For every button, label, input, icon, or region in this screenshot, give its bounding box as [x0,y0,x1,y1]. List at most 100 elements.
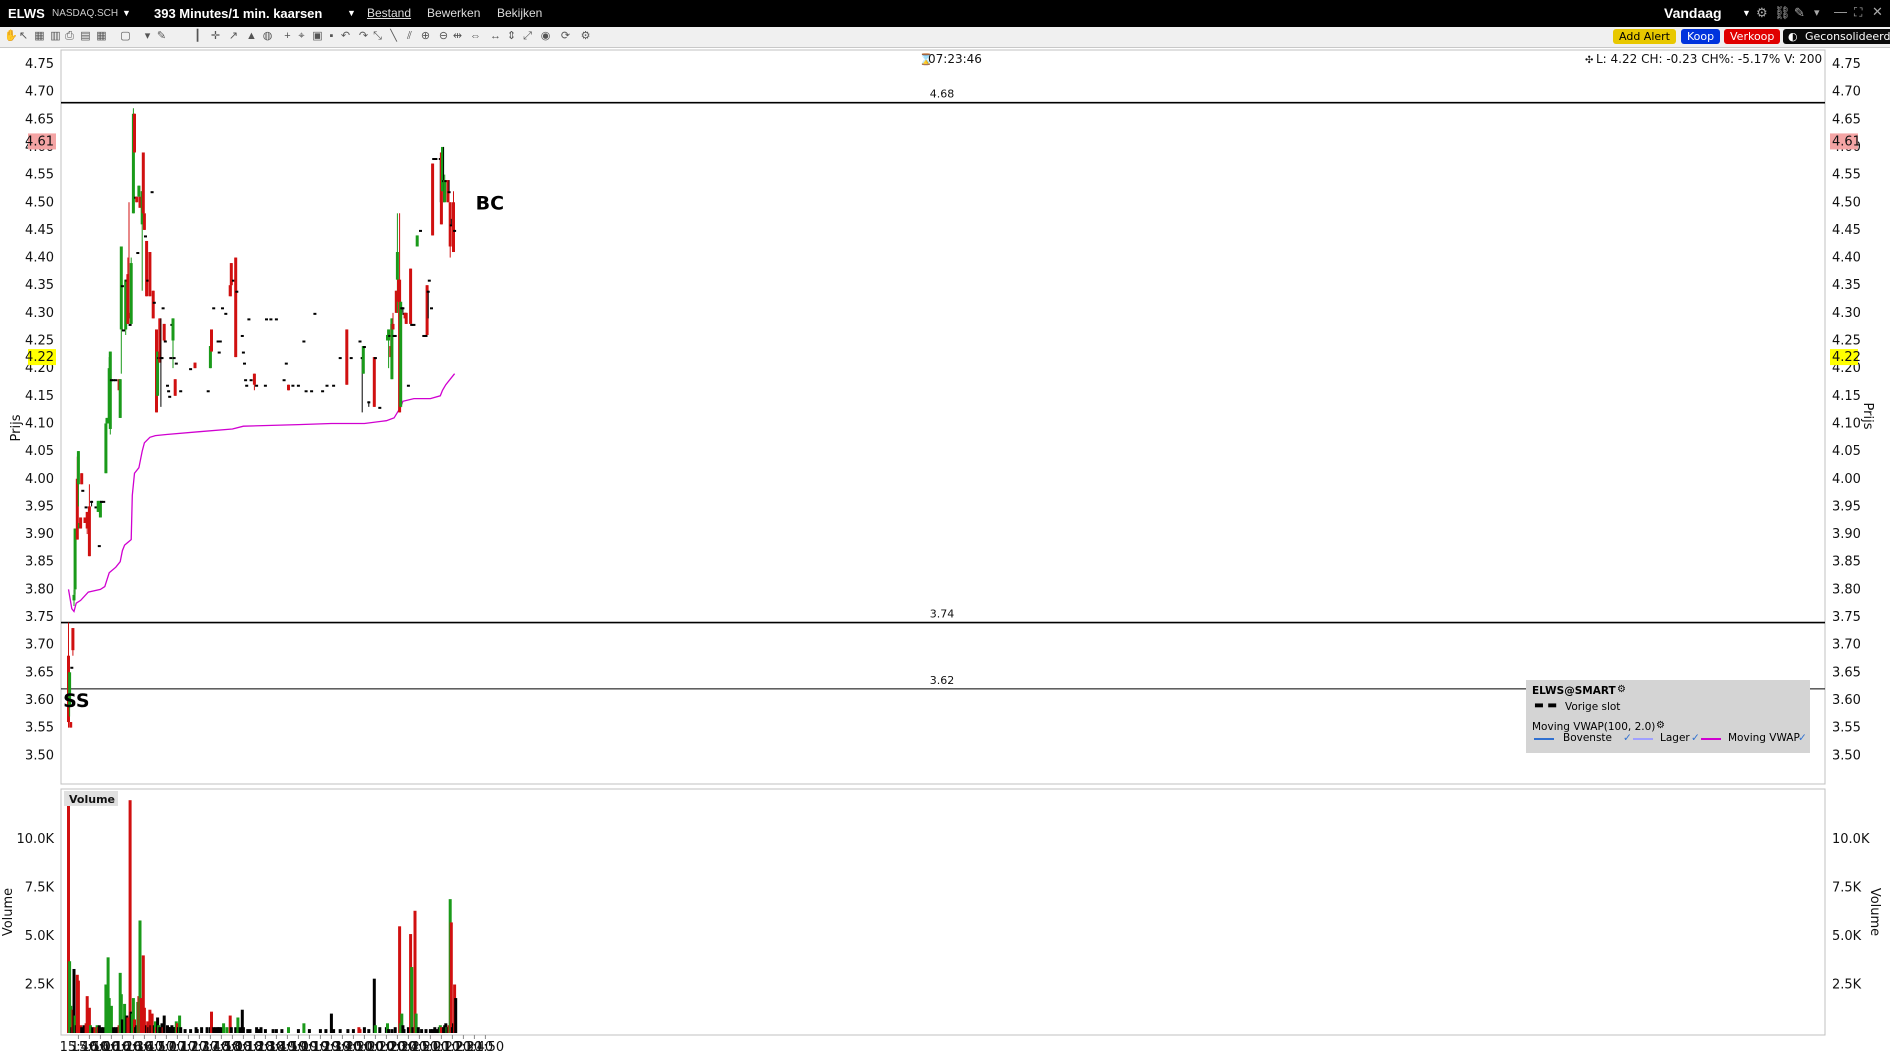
price-tick-left: 3.60 [25,693,54,708]
price-tick-right: 4.25 [1832,334,1861,349]
candle-body [367,401,371,404]
candle-body [325,384,329,387]
price-tick-left: 3.50 [25,748,54,763]
candle-body [81,489,85,492]
price-tick-right: 4.65 [1832,112,1861,127]
candle-body [142,213,146,230]
volume-bar [183,1029,187,1033]
candle-body [265,318,268,321]
candle-body [362,346,366,349]
candle-body [171,318,175,341]
candle-body [114,379,118,382]
price-tick-right: 4.35 [1832,278,1861,293]
candle-body [169,357,173,360]
candle-body [98,500,102,518]
volume-bar [274,1029,278,1033]
price-tick-right: 3.50 [1832,748,1861,763]
candle-body [129,263,133,324]
candle-body [419,229,422,232]
candle-body [229,263,233,286]
candle-body [104,423,108,474]
volume-bar [390,1029,394,1033]
volume-bar [302,1023,306,1033]
candle-body [361,346,365,374]
volume-bar [324,1029,328,1033]
candle-body [90,500,94,503]
price-tick-right: 4.00 [1832,472,1861,487]
price-marker-label-right: 4.61 [1832,134,1861,149]
volume-bar [222,1023,226,1033]
legend-vwap: Moving VWAP [1728,732,1800,744]
price-tick-left: 4.55 [25,168,54,183]
horizontal-line-label: 4.68 [930,88,955,101]
candle-body [150,191,154,194]
volume-bar [271,1029,275,1033]
candle-body [426,290,430,293]
candle-body [409,268,413,324]
volume-bar [358,1029,362,1033]
volume-panel [60,788,1826,1036]
lower-band-swatch [1633,738,1653,740]
candle-body [221,307,224,310]
candle-body [193,362,197,369]
check-icon[interactable]: ✓ [1623,732,1632,744]
candle-body [274,318,278,321]
candle-body [291,384,295,387]
volume-bar [416,1027,420,1033]
check-icon[interactable]: ✓ [1691,732,1700,744]
candle-body [349,357,353,360]
candle-body [136,252,140,255]
chart-annotation[interactable]: BC [476,192,504,214]
candle-body [284,362,288,365]
indicator-legend[interactable]: ELWS@SMART ⚙ ▬ ▬ Vorige slot Moving VWAP… [1526,680,1810,753]
price-tick-left: 4.35 [25,278,54,293]
candle-body [255,384,259,387]
price-tick-left: 4.10 [25,416,54,431]
volume-axis-label-right: Volume [1867,888,1882,936]
volume-tick-left: 2.5K [25,978,55,993]
price-tick-right: 3.95 [1832,499,1861,514]
volume-bar [346,1029,350,1033]
price-tick-right: 4.50 [1832,195,1861,210]
candle-body [434,158,438,161]
price-tick-left: 3.75 [25,610,54,625]
candle-body [224,312,228,315]
price-tick-right: 4.15 [1832,389,1861,404]
candle-body [415,235,419,247]
horizontal-line-label: 3.74 [930,608,955,621]
volume-bar [378,1027,382,1033]
settings-icon[interactable]: ⚙ [1617,684,1626,695]
candle-body [168,395,172,398]
horizontal-line-label: 3.62 [930,674,955,687]
price-tick-left: 4.30 [25,306,54,321]
candle-body [118,379,122,418]
candle-body [404,312,408,324]
price-marker-label-left: 4.22 [25,350,54,365]
candle-body [310,390,314,393]
volume-bar [241,1027,245,1033]
candle-body [263,384,267,387]
volume-bar [287,1027,290,1033]
candle-body [179,390,183,393]
candle-body [80,473,84,485]
volume-bar [162,1015,166,1033]
volume-bar [454,998,458,1033]
volume-tick-right: 7.5K [1832,881,1862,896]
candle-body [84,506,88,509]
vwap-line [67,373,456,613]
volume-bar [373,1025,377,1033]
candle-body [234,257,238,358]
chart-annotation[interactable]: SS [63,690,90,712]
price-tick-left: 3.80 [25,582,54,597]
candle-body [401,307,405,310]
candle-body [412,323,416,326]
price-tick-left: 3.65 [25,665,54,680]
candle-body [247,318,251,321]
candle-body [217,351,221,354]
chart-canvas[interactable]: 3.50 3.50 3.55 3.55 3.60 3.60 3.65 3.65 3.70 3.70… [0,0,1890,1061]
candle-body [97,545,101,548]
check-icon[interactable]: ✓ [1798,732,1807,744]
candle-body [102,500,106,503]
candle-body [71,628,75,651]
settings-icon[interactable]: ⚙ [1656,720,1665,731]
